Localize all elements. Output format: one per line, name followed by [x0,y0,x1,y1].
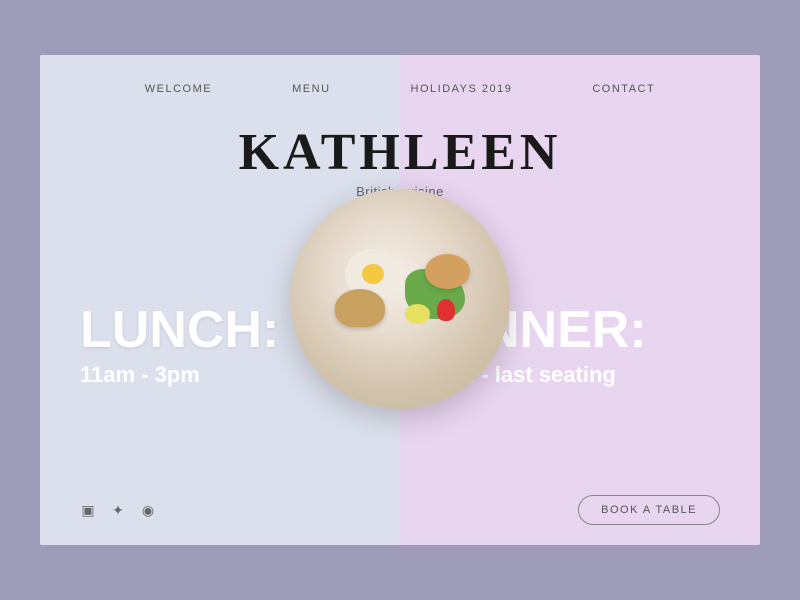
restaurant-name: KATHLEEN [239,123,562,182]
strawberry-decoration [437,299,455,321]
social-icons: ▣ ✦ ◉ [80,502,156,518]
plate-wrapper [290,189,510,409]
book-table-button[interactable]: BOOK A TABLE [578,495,720,525]
nav-contact[interactable]: CONTACT [592,83,655,95]
instagram-icon[interactable]: ▣ [80,502,96,518]
nav-welcome[interactable]: WELCOME [145,83,212,95]
scone-decoration [425,254,470,289]
twitter-icon[interactable]: ✦ [110,502,126,518]
nav-holidays[interactable]: HOLIDAYS 2019 [411,83,513,95]
lemon-decoration [405,304,430,324]
bread-decoration [335,289,385,327]
main-content: LUNCH: 11am - 3pm DINNER: 4pm - last sea… [40,209,760,483]
navigation: WELCOME MENU HOLIDAYS 2019 CONTACT [40,55,760,113]
footer: ▣ ✦ ◉ BOOK A TABLE [40,483,760,545]
main-container: WELCOME MENU HOLIDAYS 2019 CONTACT KATHL… [40,55,760,545]
food-plate [290,189,510,409]
nav-menu[interactable]: MENU [292,83,330,95]
hero-section: KATHLEEN British cuisine [40,113,760,199]
whatsapp-icon[interactable]: ◉ [140,502,156,518]
egg-yolk [362,264,384,284]
